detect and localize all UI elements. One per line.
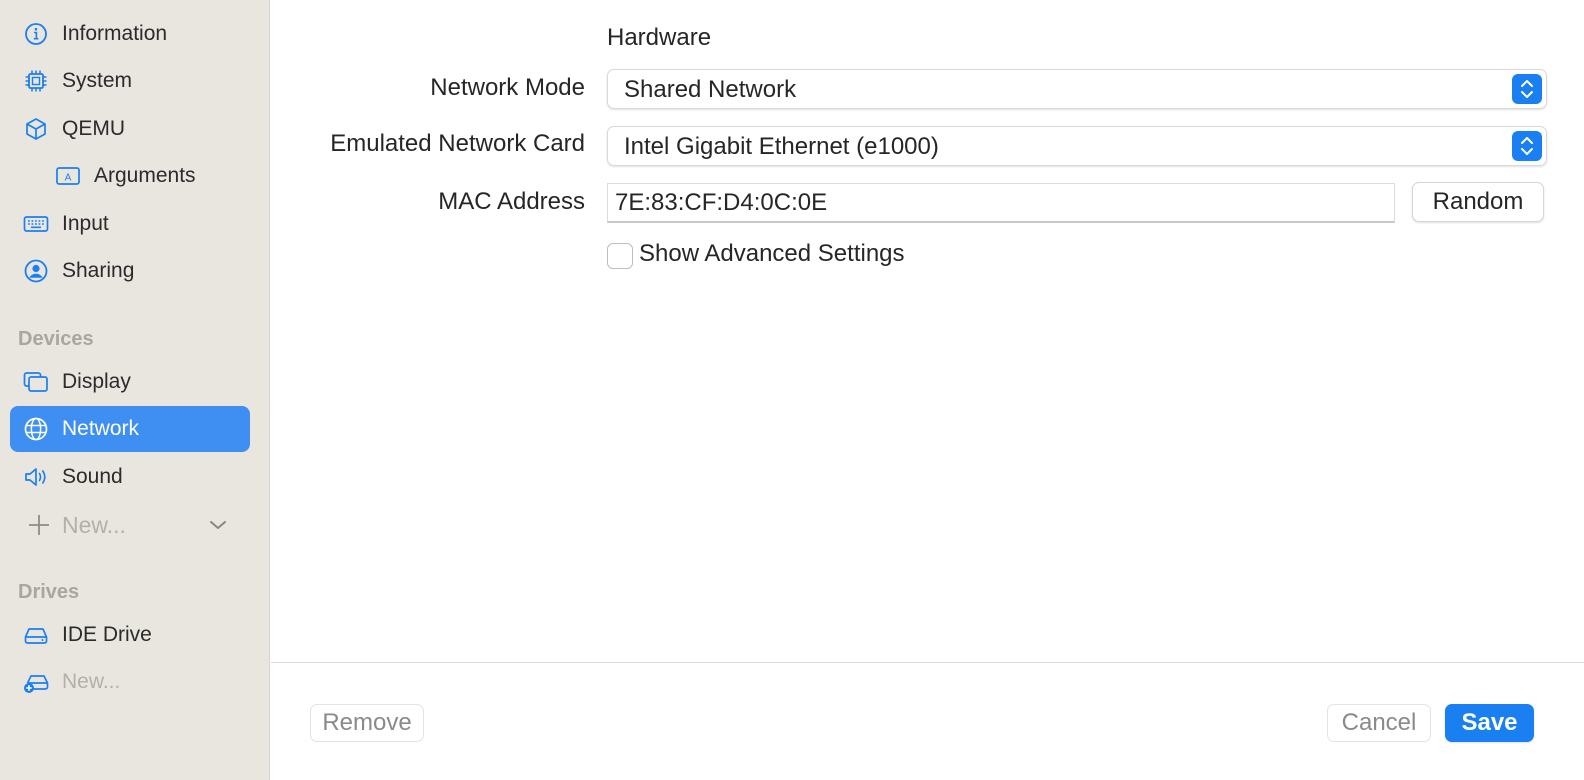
- up-down-stepper-icon: [1512, 74, 1542, 104]
- display-windows-icon: [23, 369, 49, 395]
- person-circle-icon: [23, 258, 49, 284]
- cpu-chip-icon: [23, 68, 49, 94]
- devices-section-heading: Devices: [18, 328, 94, 350]
- sidebar-item-input[interactable]: Input: [10, 201, 250, 247]
- sidebar-item-system[interactable]: System: [10, 58, 250, 104]
- plus-icon: [26, 512, 52, 538]
- drives-section-heading: Drives: [18, 581, 80, 603]
- save-button[interactable]: Save: [1445, 704, 1534, 742]
- sidebar-item-label: QEMU: [62, 117, 125, 140]
- speaker-icon: [23, 464, 49, 490]
- cancel-button[interactable]: Cancel: [1327, 704, 1431, 742]
- random-mac-button[interactable]: Random: [1412, 182, 1544, 222]
- cube-icon: [23, 116, 49, 142]
- mac-address-input[interactable]: [615, 189, 1375, 217]
- main-pane: Hardware Network Mode Shared Network Emu…: [271, 0, 1584, 780]
- sidebar-item-display[interactable]: Display: [10, 359, 250, 405]
- sidebar-item-label: Sound: [62, 465, 123, 488]
- network-card-label: Emulated Network Card: [330, 130, 585, 157]
- keyboard-icon: [23, 211, 49, 237]
- mac-address-field[interactable]: [607, 183, 1395, 223]
- sidebar-item-label: Information: [62, 22, 168, 45]
- footer-divider: [271, 662, 1584, 663]
- sidebar-item-label: Input: [62, 212, 109, 235]
- sidebar-item-label: Display: [62, 370, 131, 393]
- sidebar-item-new-drive[interactable]: New...: [10, 659, 250, 705]
- sidebar-item-information[interactable]: Information: [10, 11, 250, 57]
- sidebar-item-label: New...: [62, 670, 121, 693]
- network-card-select[interactable]: Intel Gigabit Ethernet (e1000): [607, 126, 1547, 166]
- section-title: Hardware: [607, 24, 712, 51]
- sidebar-item-label: New...: [62, 511, 126, 538]
- remove-button[interactable]: Remove: [310, 704, 424, 742]
- info-circle-icon: [23, 21, 49, 47]
- advanced-settings-checkbox[interactable]: [607, 243, 633, 269]
- globe-icon: [23, 416, 49, 442]
- sidebar-item-label: Sharing: [62, 259, 135, 282]
- sidebar-item-sound[interactable]: Sound: [10, 454, 250, 500]
- network-mode-label: Network Mode: [430, 74, 585, 101]
- svg-text:A: A: [65, 173, 72, 184]
- sidebar-item-arguments[interactable]: A Arguments: [10, 153, 250, 199]
- advanced-settings-label[interactable]: Show Advanced Settings: [639, 240, 905, 268]
- argument-box-icon: A: [55, 163, 81, 189]
- network-mode-select[interactable]: Shared Network: [607, 69, 1547, 109]
- network-mode-value: Shared Network: [624, 76, 797, 103]
- up-down-stepper-icon: [1512, 131, 1542, 161]
- sidebar-item-sharing[interactable]: Sharing: [10, 248, 250, 294]
- sidebar-item-ide-drive[interactable]: IDE Drive: [10, 612, 250, 658]
- mac-address-label: MAC Address: [438, 188, 585, 215]
- sidebar-item-label: Arguments: [94, 164, 196, 187]
- sidebar-item-network[interactable]: Network: [10, 406, 250, 452]
- sidebar-item-new-device[interactable]: New...: [10, 502, 250, 548]
- add-drive-icon: [23, 669, 49, 695]
- sidebar-item-label: Network: [62, 417, 140, 440]
- sidebar-item-label: System: [62, 69, 133, 92]
- sidebar: Information System QEMU A Arguments Inpu…: [0, 0, 270, 780]
- chevron-down-icon[interactable]: [206, 515, 230, 535]
- drive-icon: [23, 622, 49, 648]
- network-card-value: Intel Gigabit Ethernet (e1000): [624, 133, 939, 160]
- sidebar-item-label: IDE Drive: [62, 623, 152, 646]
- sidebar-item-qemu[interactable]: QEMU: [10, 106, 250, 152]
